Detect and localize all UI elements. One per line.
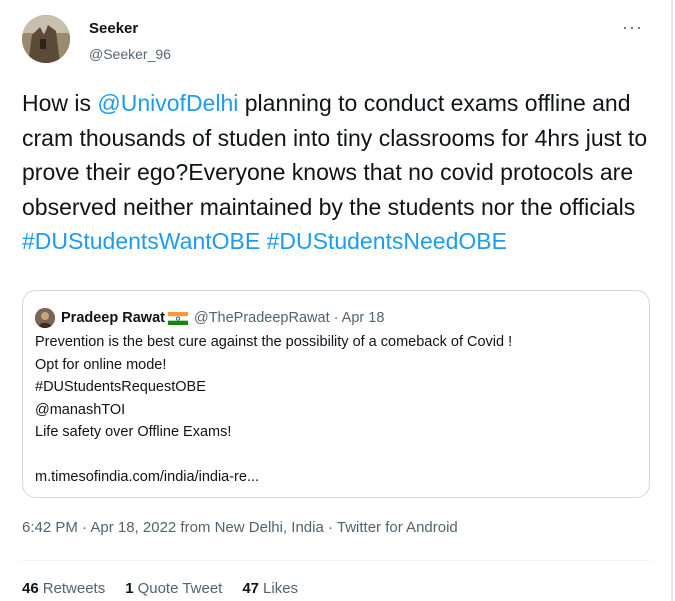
quoted-tweet-line: Life safety over Offline Exams! (35, 424, 232, 440)
quoted-tweet-line (35, 444, 635, 467)
quoted-tweet-text: Prevention is the best cure against the … (35, 331, 635, 489)
author-name[interactable]: Seeker (89, 20, 138, 37)
quote-tweets-stat[interactable]: 1 Quote Tweet (125, 580, 222, 597)
quoted-tweet-line: Opt for online mode! (35, 356, 167, 373)
more-horizontal-icon[interactable]: ··· (622, 18, 643, 36)
quoted-tweet-line: Prevention is the best cure against the … (35, 334, 513, 350)
likes-stat[interactable]: 47 Likes (242, 580, 298, 597)
quoted-tweet-line[interactable]: m.timesofindia.com/india/india-re... (35, 466, 635, 489)
tweet-text-segment: How is (22, 90, 98, 116)
author-avatar[interactable] (22, 15, 70, 63)
quoted-tweet-header: Pradeep Rawat @ThePradeepRawat · Apr 18 (35, 308, 384, 328)
india-flag-icon (167, 311, 188, 325)
quoted-author-handle[interactable]: @ThePradeepRawat · Apr 18 (194, 310, 384, 326)
tweet-card: Seeker @Seeker_96 ··· How is @UnivofDelh… (0, 0, 673, 601)
author-handle[interactable]: @Seeker_96 (89, 46, 171, 62)
quoted-tweet-line: @manashTOI (35, 401, 126, 418)
quoted-author-avatar[interactable] (35, 308, 55, 328)
quoted-author-name[interactable]: Pradeep Rawat (61, 310, 165, 326)
retweets-stat[interactable]: 46 Retweets (22, 580, 105, 597)
quoted-tweet[interactable]: Pradeep Rawat @ThePradeepRawat · Apr 18 … (22, 290, 650, 498)
hashtag-link[interactable]: #DUStudentsWantOBE (22, 228, 260, 254)
tweet-stats: 46 Retweets 1 Quote Tweet 47 Likes (22, 580, 298, 597)
tweet-timestamp[interactable]: 6:42 PM · Apr 18, 2022 from New Delhi, I… (22, 519, 458, 536)
mention-link[interactable]: @UnivofDelhi (97, 90, 238, 116)
quoted-tweet-line: #DUStudentsRequestOBE (35, 379, 206, 395)
divider (22, 560, 650, 561)
tweet-text: How is @UnivofDelhi planning to conduct … (22, 86, 652, 259)
hashtag-link[interactable]: #DUStudentsNeedOBE (267, 228, 507, 254)
